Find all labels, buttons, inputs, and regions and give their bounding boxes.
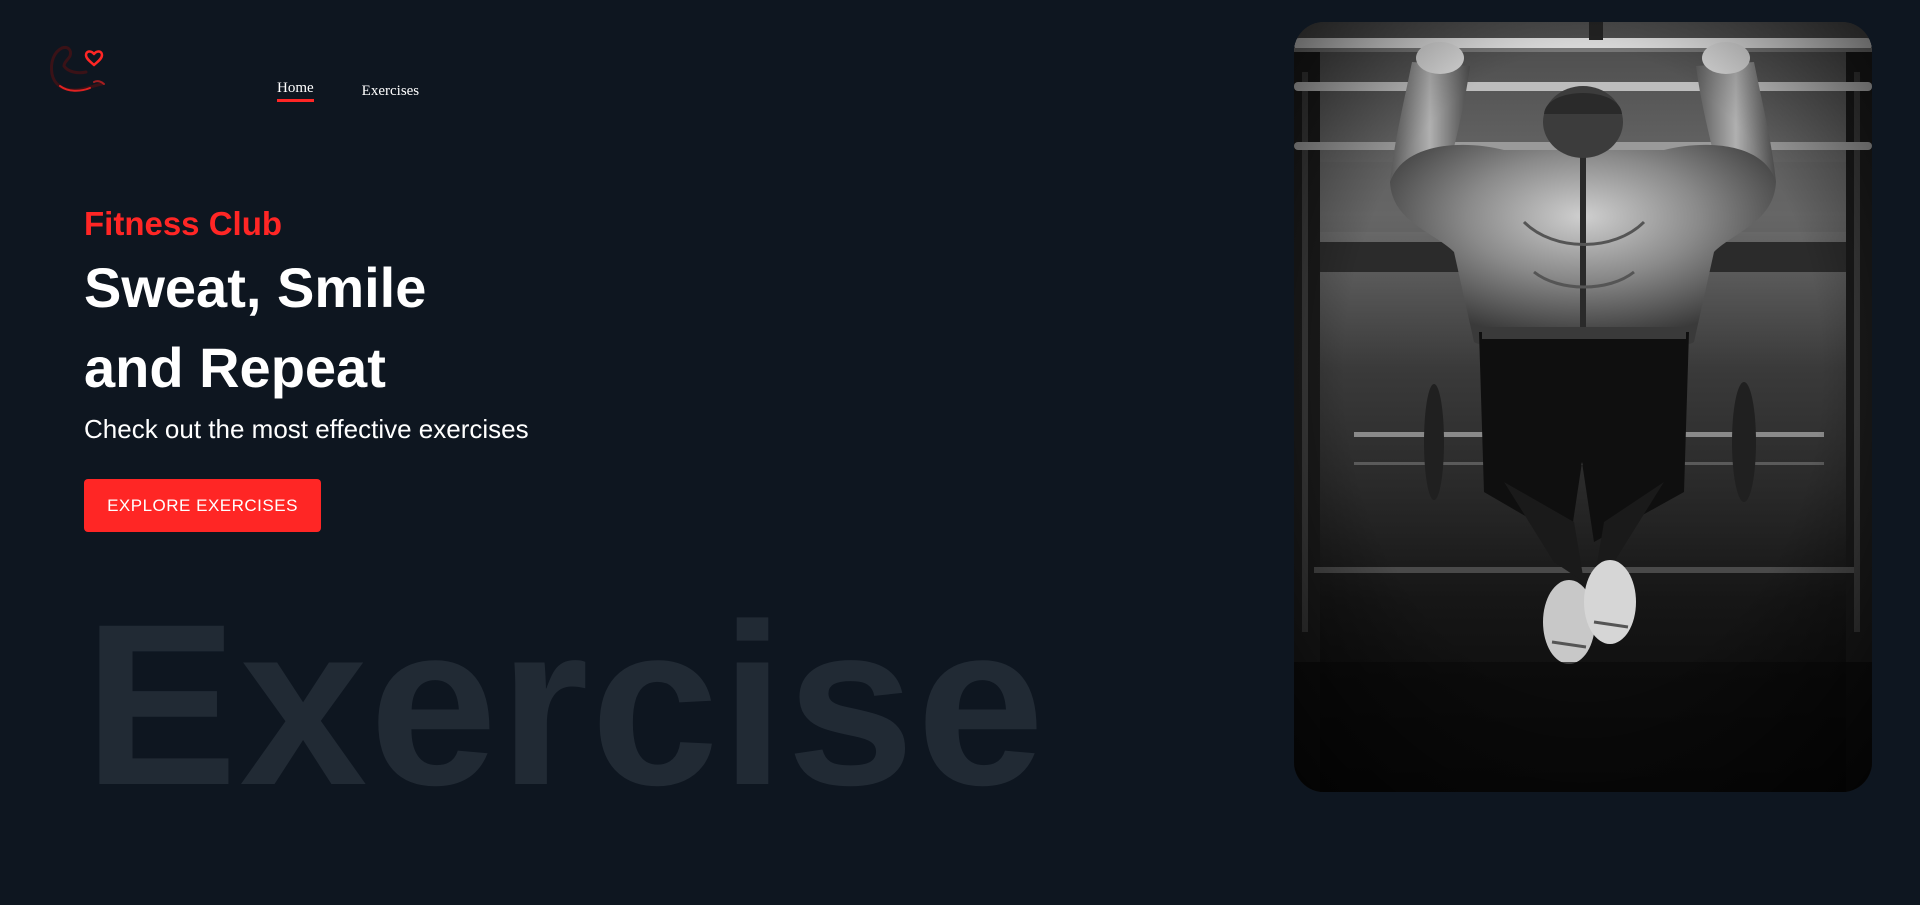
nav-link-home[interactable]: Home bbox=[277, 80, 314, 102]
nav-link-exercises[interactable]: Exercises bbox=[362, 83, 419, 102]
hero-subtitle: Check out the most effective exercises bbox=[84, 414, 529, 444]
logo[interactable] bbox=[46, 38, 110, 98]
athlete-pull-up-illustration bbox=[1294, 22, 1872, 792]
main-nav: Home Exercises bbox=[277, 80, 419, 102]
flexed-arm-heart-icon bbox=[50, 46, 105, 92]
hero-headline-line-2: and Repeat bbox=[84, 336, 386, 399]
hero-eyebrow: Fitness Club bbox=[84, 205, 283, 242]
explore-exercises-button[interactable]: EXPLORE EXERCISES bbox=[84, 479, 321, 532]
hero-banner-image bbox=[1294, 22, 1872, 792]
watermark-text: Exercise bbox=[84, 576, 1047, 833]
hero-headline-line-1: Sweat, Smile bbox=[84, 256, 427, 319]
hero-headline: Sweat, Smile and Repeat bbox=[84, 248, 426, 408]
